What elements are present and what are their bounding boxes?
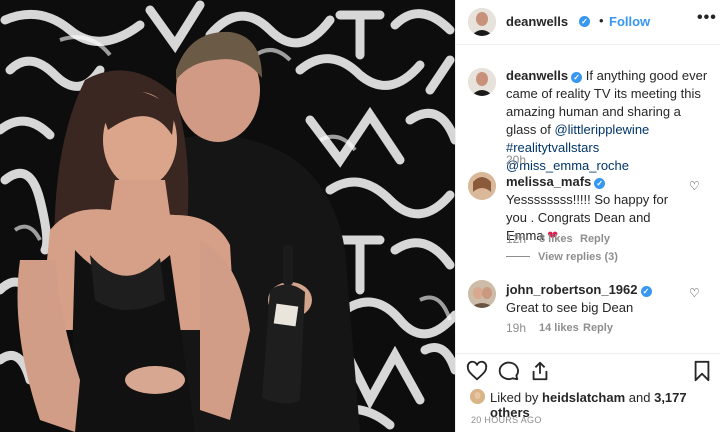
photo-image: [0, 0, 455, 432]
comment-username[interactable]: melissa_mafs: [506, 174, 591, 189]
user-avatar-icon: [468, 8, 496, 36]
comment-text: john_robertson_1962 ✓ Great to see big De…: [506, 281, 686, 317]
comment-body: Great to see big Dean: [506, 300, 634, 315]
liker-avatar-icon: [470, 389, 485, 404]
replies-divider: [506, 256, 530, 257]
avatar[interactable]: [468, 68, 496, 96]
user-avatar-icon: [468, 172, 496, 200]
reply-button[interactable]: Reply: [583, 322, 613, 334]
post-side-panel: deanwells ✓ • Follow ••• deanwells ✓ If a…: [455, 0, 720, 432]
verified-icon: ✓: [579, 16, 590, 27]
reply-label[interactable]: Reply: [580, 233, 610, 245]
comment-likes-count[interactable]: 8 likes: [539, 233, 573, 245]
liked-by-and: and: [628, 390, 651, 405]
comments-section: deanwells ✓ If anything good ever came of…: [456, 46, 720, 353]
comment-time[interactable]: 19h: [506, 321, 526, 335]
follow-button[interactable]: Follow: [609, 14, 650, 29]
separator-dot: •: [599, 13, 604, 28]
post-header: deanwells ✓ • Follow •••: [456, 0, 720, 45]
caption-text: deanwells ✓ If anything good ever came of…: [506, 67, 712, 175]
verified-icon: ✓: [640, 286, 652, 297]
comment-likes[interactable]: 8 likes: [539, 233, 573, 245]
verified-icon: ✓: [594, 178, 606, 189]
liked-by-prefix: Liked by: [490, 390, 539, 405]
comment-likes-count[interactable]: 14 likes: [539, 322, 579, 334]
like-heart-icon[interactable]: [466, 360, 488, 387]
view-replies-label[interactable]: View replies (3): [538, 251, 618, 263]
like-comment-heart-icon[interactable]: ♡: [689, 179, 700, 193]
comment-time[interactable]: 12h: [506, 232, 526, 246]
avatar[interactable]: [468, 172, 496, 200]
comment-meta: 12h: [506, 232, 526, 246]
reply-button[interactable]: Reply: [580, 233, 610, 245]
liked-by-user[interactable]: heidslatcham: [542, 390, 625, 405]
post-author-username[interactable]: deanwells: [506, 14, 568, 29]
share-icon[interactable]: [529, 360, 551, 387]
like-comment-heart-icon[interactable]: ♡: [689, 286, 700, 300]
comment-bubble-icon[interactable]: [498, 360, 520, 387]
reply-label[interactable]: Reply: [583, 322, 613, 334]
post-photo[interactable]: [0, 0, 455, 432]
comment-username[interactable]: john_robertson_1962: [506, 282, 638, 297]
user-avatar-icon: [468, 68, 496, 96]
caption-username[interactable]: deanwells: [506, 68, 568, 83]
verified-icon: ✓: [571, 72, 583, 83]
more-options-icon[interactable]: •••: [697, 9, 717, 27]
bookmark-icon[interactable]: [692, 360, 712, 387]
avatar[interactable]: [468, 280, 496, 308]
comment-meta: 19h: [506, 321, 526, 335]
avatar[interactable]: [468, 8, 496, 36]
post-timestamp[interactable]: 20 HOURS AGO: [471, 415, 542, 425]
comment-likes[interactable]: 14 likes: [539, 322, 579, 334]
caption-timestamp[interactable]: 20h: [506, 153, 526, 167]
user-avatar-icon: [468, 280, 496, 308]
liked-by-avatar[interactable]: [470, 389, 485, 404]
view-replies-link[interactable]: View replies (3): [506, 251, 618, 263]
post-actions: Liked by heidslatcham and 3,177 others 2…: [456, 353, 720, 432]
